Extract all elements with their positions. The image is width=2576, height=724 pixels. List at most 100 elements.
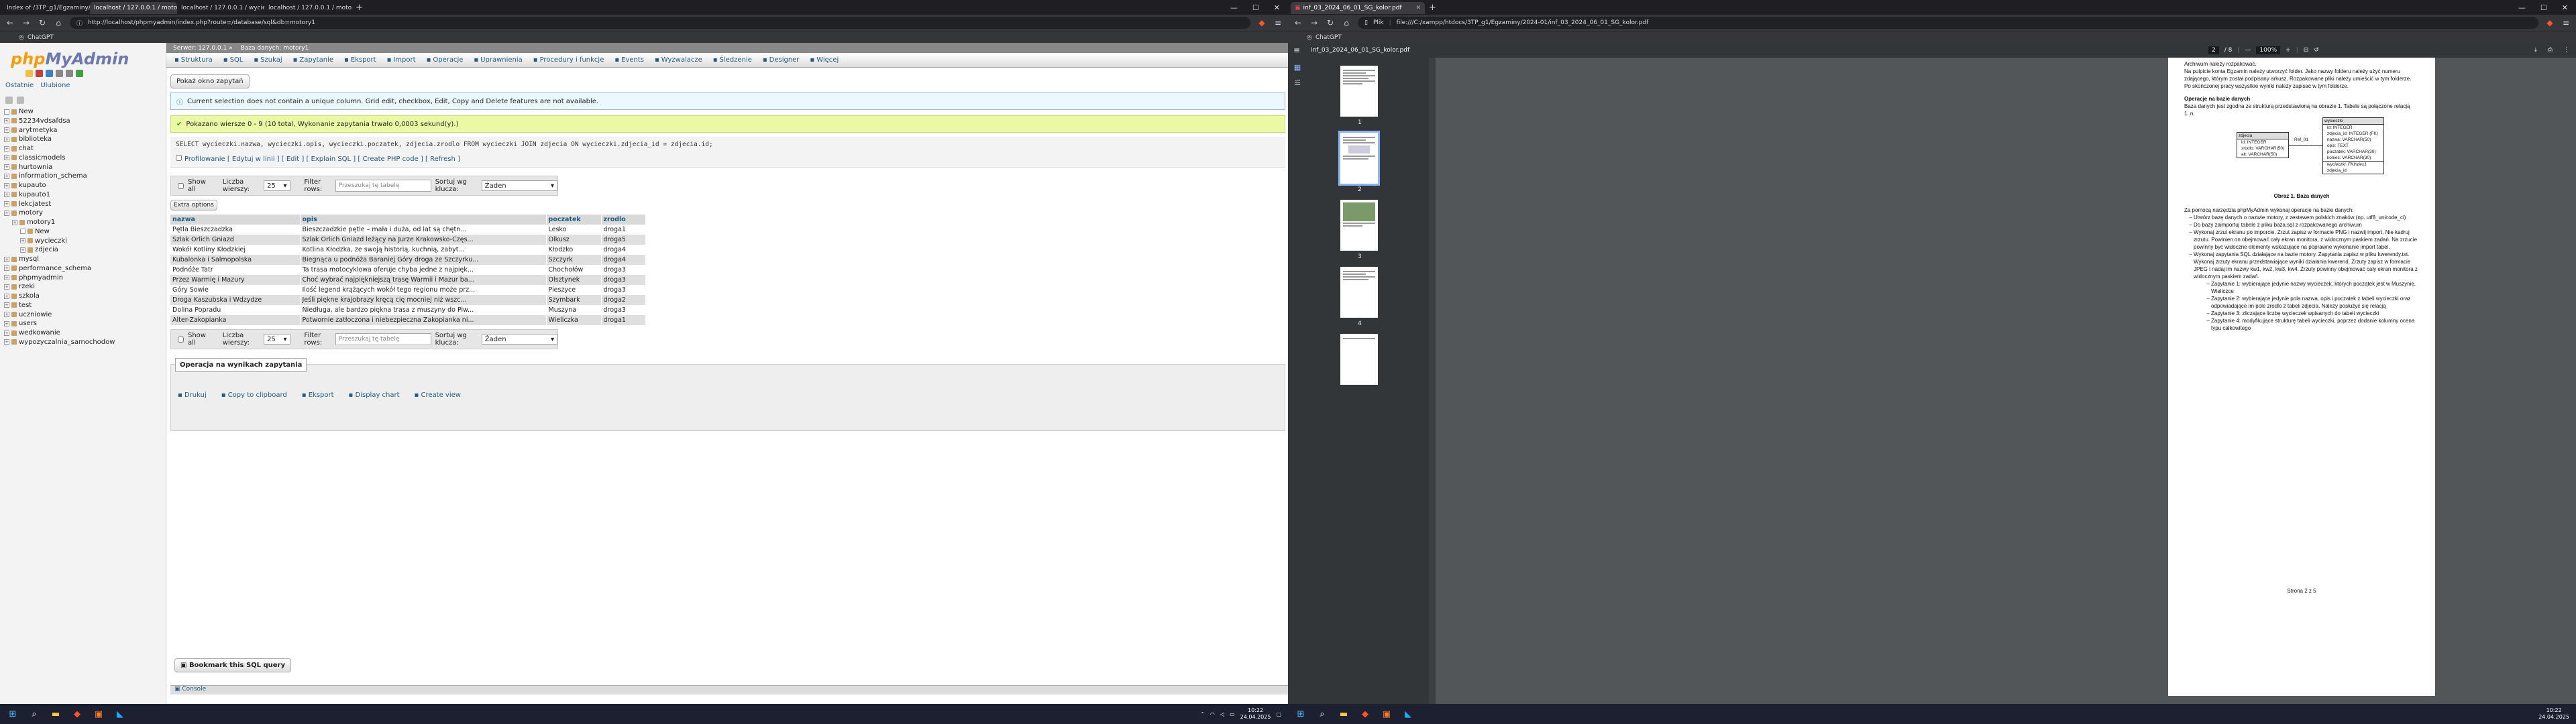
nav-tab-favorites[interactable]: Ulubione — [40, 82, 70, 89]
forward-icon[interactable]: → — [21, 18, 31, 27]
expand-icon[interactable]: + — [12, 219, 17, 225]
extra-options-button[interactable]: Extra options — [170, 200, 217, 210]
logout-icon[interactable] — [36, 70, 43, 77]
back-icon[interactable]: ← — [5, 18, 15, 27]
menu-tab[interactable]: ▪ Struktura — [174, 56, 213, 64]
rows-select[interactable]: 25 ▾ — [264, 180, 290, 191]
browser-tab[interactable]: localhost / 127.0.0.1 / motory1 / zdjeci… — [264, 2, 352, 14]
operation-link[interactable]: ▪ Copy to clipboard — [221, 391, 287, 399]
more-options-icon[interactable]: ⋮ — [2563, 47, 2569, 54]
db-tree-item[interactable]: + wypozyczalnia_samochodow — [4, 338, 162, 347]
brave-icon[interactable]: ◆ — [70, 707, 85, 721]
db-tree-item[interactable]: + performance_schema — [4, 264, 162, 273]
menu-tab[interactable]: ▪ Szukaj — [254, 56, 282, 64]
expand-icon[interactable]: + — [4, 136, 9, 142]
menu-tab[interactable]: ▪ Designer — [763, 56, 800, 64]
menu-icon[interactable]: ≡ — [2561, 18, 2571, 27]
xampp-icon[interactable]: ▣ — [1379, 707, 1394, 721]
db-tree-item[interactable]: + classicmodels — [4, 154, 162, 162]
home-icon[interactable]: ⌂ — [1342, 18, 1351, 27]
filter-input[interactable]: Przeszukaj tę tabelę — [335, 180, 431, 192]
db-tree-item[interactable]: + szkola — [4, 292, 162, 300]
breadcrumb-db[interactable]: Baza danych: motory1 — [241, 45, 309, 52]
collapse-all-icon[interactable] — [5, 97, 13, 104]
db-tree-item[interactable]: + motory1 — [4, 218, 162, 227]
menu-tab[interactable]: ▪ SQL — [223, 56, 244, 64]
db-tree-item[interactable]: + kupauto1 — [4, 190, 162, 199]
page-thumbnail[interactable] — [1340, 66, 1378, 117]
back-icon[interactable]: ← — [1293, 18, 1303, 27]
sort-select[interactable]: Żaden ▾ — [481, 180, 558, 191]
column-header[interactable]: poczatek — [546, 215, 602, 225]
db-tree-item[interactable]: + uczniowie — [4, 310, 162, 319]
zoom-field[interactable]: 100% — [2256, 46, 2281, 54]
brave-shield-icon[interactable]: ◆ — [2545, 18, 2555, 27]
db-tree-item[interactable]: +52234vdsafdsa — [4, 117, 162, 125]
home-icon[interactable] — [25, 70, 33, 77]
column-header[interactable]: zrodlo — [601, 215, 646, 225]
nav-tab-recent[interactable]: Ostatnie — [5, 82, 34, 89]
maximize-icon[interactable]: ☐ — [1252, 3, 1259, 12]
expand-icon[interactable]: + — [4, 192, 9, 198]
db-tree-item[interactable]: + hurtownia — [4, 163, 162, 172]
page-thumbnail[interactable] — [1340, 267, 1378, 318]
expand-icon[interactable]: + — [4, 302, 9, 308]
db-tree-item[interactable]: + motory — [4, 208, 162, 217]
menu-icon[interactable]: ≡ — [1273, 18, 1283, 27]
menu-tab[interactable]: ▪ Zapytanie — [293, 56, 333, 64]
profiling-checkbox[interactable] — [176, 155, 182, 161]
home-icon[interactable]: ⌂ — [54, 18, 63, 27]
thumbnails-icon[interactable]: ▦ — [1288, 63, 1307, 72]
forward-icon[interactable]: → — [1309, 18, 1319, 27]
sidebar-toggle-icon[interactable]: ≡ — [1293, 46, 1300, 55]
expand-icon[interactable]: + — [20, 238, 25, 243]
expand-icon[interactable] — [4, 109, 9, 115]
expand-icon[interactable]: + — [4, 275, 9, 280]
operation-link[interactable]: ▪ Create view — [415, 391, 461, 399]
new-tab-button[interactable]: + — [356, 3, 363, 13]
show-all-checkbox[interactable] — [178, 336, 184, 343]
pane-splitter[interactable] — [1429, 58, 1436, 704]
show-query-box-button[interactable]: Pokaż okno zapytań — [170, 74, 250, 88]
menu-tab[interactable]: ▪ Events — [614, 56, 644, 64]
docs-icon[interactable] — [56, 70, 63, 77]
expand-icon[interactable]: + — [4, 330, 9, 336]
expand-icon[interactable]: + — [4, 265, 9, 272]
expand-icon[interactable]: + — [4, 164, 9, 170]
expand-icon[interactable]: + — [4, 182, 9, 188]
menu-tab[interactable]: ▪ Procedury i funkcje — [533, 56, 604, 64]
db-tree-item[interactable]: + zdjecia — [4, 245, 162, 254]
close-icon[interactable]: ✕ — [1274, 3, 1280, 12]
outline-icon[interactable]: ☰ — [1288, 78, 1307, 87]
browser-tab[interactable]: localhost / 127.0.0.1 / wycieczki✕ — [177, 2, 264, 14]
expand-icon[interactable]: + — [4, 312, 9, 317]
browser-tab-active[interactable]: localhost / 127.0.0.1 / motory1✕ — [90, 2, 177, 14]
battery-icon[interactable]: ▭ — [1230, 711, 1235, 717]
operation-link[interactable]: ▪ Display chart — [349, 391, 400, 399]
expand-icon[interactable]: + — [4, 118, 9, 124]
fit-page-icon[interactable]: ⊟ — [2304, 47, 2309, 54]
help-icon[interactable] — [46, 70, 53, 77]
db-tree-item[interactable]: + wycieczki — [4, 237, 162, 245]
site-info-icon[interactable]: ⓘ — [76, 19, 83, 27]
rows-select[interactable]: 25 ▾ — [264, 334, 290, 345]
bookmark-chatgpt[interactable]: ChatGPT — [1316, 34, 1342, 41]
vscode-icon[interactable]: ◣ — [113, 707, 127, 721]
db-tree-item[interactable]: + users — [4, 319, 162, 328]
expand-icon[interactable]: + — [4, 127, 9, 133]
minimize-icon[interactable]: — — [2518, 3, 2526, 12]
db-tree-item[interactable]: + rzeki — [4, 282, 162, 291]
menu-tab[interactable]: ▪ Eksport — [344, 56, 376, 64]
expand-icon[interactable]: + — [4, 256, 9, 262]
db-tree-item[interactable]: + lekcjatest — [4, 200, 162, 208]
wifi-icon[interactable]: ◠ — [1210, 711, 1215, 717]
close-icon[interactable]: ✕ — [2562, 3, 2568, 12]
windows-start-icon[interactable]: ⊞ — [5, 707, 20, 721]
expand-icon[interactable] — [20, 229, 25, 235]
expand-icon[interactable]: + — [4, 210, 9, 216]
bookmark-query-button[interactable]: ▣ Bookmark this SQL query — [174, 658, 292, 672]
xampp-icon[interactable]: ▣ — [91, 707, 106, 721]
db-tree-item[interactable]: + test — [4, 301, 162, 310]
clock[interactable]: 10:22 24.04.2025 — [2538, 707, 2569, 721]
menu-tab[interactable]: ▪ Więcej — [810, 56, 839, 64]
